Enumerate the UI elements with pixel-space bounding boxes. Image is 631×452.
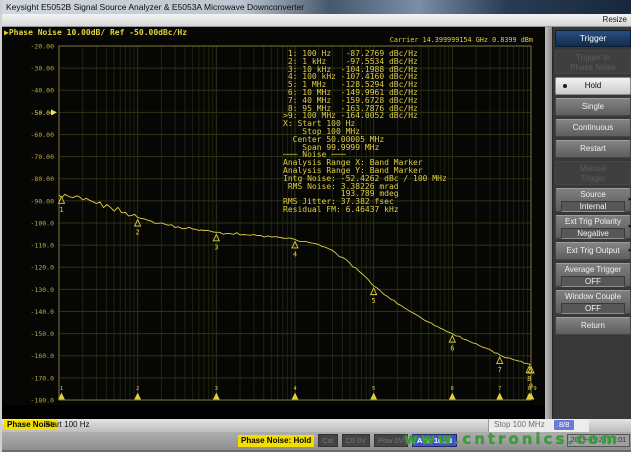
- svg-text:3: 3: [214, 243, 218, 251]
- title-bar: Keysight E5052B Signal Source Analyzer &…: [2, 0, 631, 14]
- softkey-window-couple[interactable]: Window CoupleOFF: [555, 290, 631, 314]
- sweep-status-bar: Phase Noise Start 100 Hz Stop 100 MHz 8/…: [2, 419, 631, 432]
- svg-text:-80.00: -80.00: [31, 175, 55, 183]
- svg-text:4: 4: [293, 386, 297, 392]
- svg-text:1: 1: [59, 206, 63, 214]
- svg-text:-170.0: -170.0: [31, 374, 55, 382]
- carrier-readout: Carrier 14.399999154 GHz 0.8399 dBm: [390, 36, 533, 44]
- marker-readout-table: 1: 100 Hz -87.2769 dBc/Hz 2: 1 kHz -97.5…: [283, 50, 447, 214]
- softkey-window-couple-value: OFF: [561, 303, 625, 314]
- svg-text:-130.0: -130.0: [31, 286, 55, 294]
- svg-text:4: 4: [293, 250, 297, 258]
- svg-text:5: 5: [372, 297, 376, 305]
- sweep-start-label: Start 100 Hz: [45, 420, 89, 430]
- svg-text:-30.00: -30.00: [31, 65, 55, 73]
- svg-text:-140.0: -140.0: [31, 308, 55, 316]
- svg-text:-100.0: -100.0: [31, 219, 55, 227]
- svg-text:3: 3: [215, 386, 218, 392]
- softkey-menu: Trigger Trigger toPhase Noise Hold Single C…: [545, 27, 631, 419]
- svg-text:-180.0: -180.0: [31, 396, 55, 404]
- softkey-restart[interactable]: Restart: [555, 140, 631, 158]
- radio-dot-icon: [563, 84, 567, 88]
- svg-text:6: 6: [450, 345, 454, 353]
- app-window: Keysight E5052B Signal Source Analyzer &…: [0, 0, 631, 452]
- softkey-manual-trigger: ManualTrigger: [555, 161, 631, 185]
- svg-text:2: 2: [136, 386, 139, 392]
- y-axis-labels: -20.00 -30.00 -40.00 -50.00 -60.00 -70.00 -80.…: [31, 42, 55, 404]
- sweep-stop-label: Stop 100 MHz: [494, 420, 545, 430]
- svg-text:-110.0: -110.0: [31, 242, 55, 250]
- svg-text:-20.00: -20.00: [31, 42, 55, 50]
- softkey-menu-edge: [545, 27, 553, 419]
- ref-level-arrow-icon: [51, 109, 57, 115]
- svg-text:7: 7: [498, 386, 501, 392]
- svg-text:-50.00: -50.00: [31, 109, 55, 117]
- svg-text:6: 6: [451, 386, 454, 392]
- window-title: Keysight E5052B Signal Source Analyzer &…: [6, 2, 304, 12]
- menu-bar: Resize: [2, 14, 631, 27]
- dc-control-cell: Ctl 0V: [342, 434, 370, 447]
- softkey-trigger-to-phase-noise: Trigger toPhase Noise: [555, 50, 631, 74]
- instrument-status-bar: Phase Noise: Hold Cal Ctl 0V Pow 0V Attn…: [2, 432, 631, 450]
- svg-text:5: 5: [372, 386, 375, 392]
- measurement-state-badge: Phase Noise: Hold: [238, 435, 314, 447]
- softkey-source[interactable]: SourceInternal▸: [555, 188, 631, 212]
- svg-text:-70.00: -70.00: [31, 153, 55, 161]
- softkey-hold[interactable]: Hold: [555, 77, 631, 95]
- softkey-ext-trig-polarity[interactable]: Ext Trig PolarityNegative▸: [555, 215, 631, 239]
- softkey-ext-trig-output[interactable]: Ext Trig Output▸: [555, 242, 631, 260]
- svg-text:-150.0: -150.0: [31, 330, 55, 338]
- datetime-display: 2019-09-26 17:01: [567, 434, 630, 447]
- svg-text:-60.00: -60.00: [31, 131, 55, 139]
- svg-text:7: 7: [498, 366, 502, 374]
- svg-text:1: 1: [60, 386, 63, 392]
- cal-status-cell: Cal: [318, 434, 337, 447]
- attenuator-badge: Attn 10dB: [412, 434, 457, 447]
- softkey-average-trigger-value: OFF: [561, 276, 625, 287]
- softkey-continuous[interactable]: Continuous: [555, 119, 631, 137]
- softkey-ext-trig-polarity-value: Negative: [561, 228, 625, 239]
- instrument-screen: ▶Phase Noise 10.00dB/ Ref -50.00dBc/Hz -…: [2, 27, 545, 405]
- softkey-menu-title: Trigger: [555, 30, 631, 47]
- svg-text:-40.00: -40.00: [31, 87, 55, 95]
- softkey-source-value: Internal: [561, 201, 625, 212]
- dc-power-cell: Pow 0V: [374, 434, 408, 447]
- svg-text:-120.0: -120.0: [31, 264, 55, 272]
- softkey-return[interactable]: Return: [555, 317, 631, 335]
- svg-text:-160.0: -160.0: [31, 352, 55, 360]
- phase-noise-plot[interactable]: -20.00 -30.00 -40.00 -50.00 -60.00 -70.00 -80.…: [2, 27, 545, 405]
- svg-text:9: 9: [533, 386, 536, 392]
- svg-text:-90.00: -90.00: [31, 197, 55, 205]
- average-count-badge: 8/8: [554, 420, 574, 430]
- softkey-single[interactable]: Single: [555, 98, 631, 116]
- svg-text:2: 2: [136, 229, 140, 237]
- resize-button[interactable]: Resize: [603, 14, 627, 26]
- softkey-average-trigger[interactable]: Average TriggerOFF: [555, 263, 631, 287]
